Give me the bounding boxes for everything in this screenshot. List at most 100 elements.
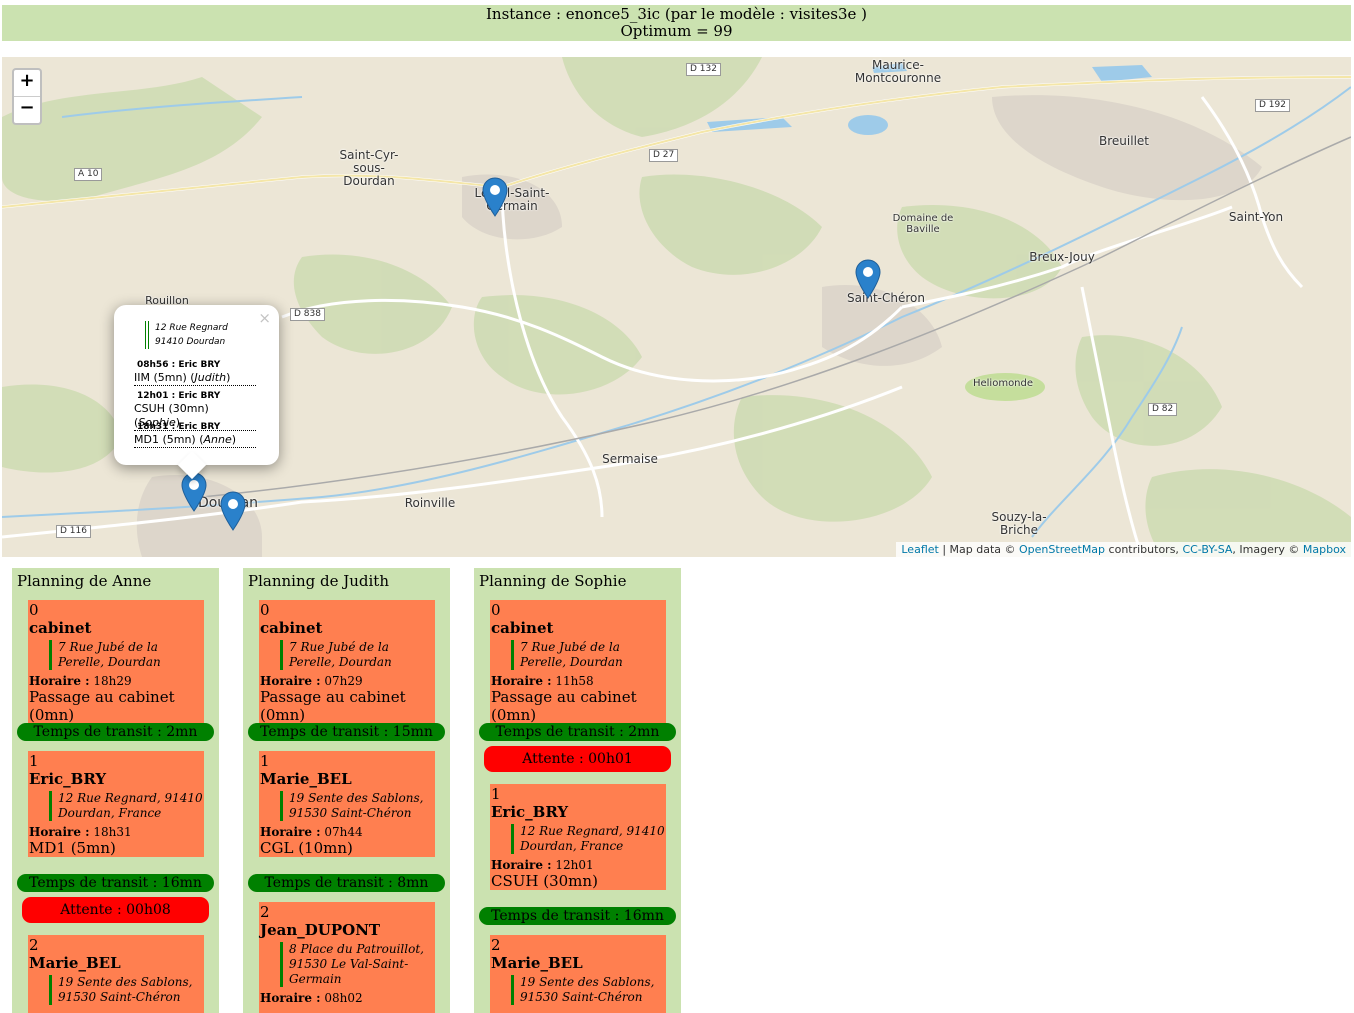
instance-header: Instance : enonce5_3ic (par le modèle : … xyxy=(2,5,1351,41)
popup-visit-time: 08h56 : Eric BRY xyxy=(137,360,221,370)
visit-card: 1 Eric_BRY 12 Rue Regnard, 91410 Dourdan… xyxy=(28,751,204,857)
cc-link[interactable]: CC-BY-SA xyxy=(1182,543,1232,556)
popup-address-line: 91410 Dourdan xyxy=(155,337,226,347)
patient-name: Eric_BRY xyxy=(29,770,107,788)
patient-name: Marie_BEL xyxy=(260,770,352,788)
planning-title: Planning de Judith xyxy=(248,572,389,590)
patient-name: Marie_BEL xyxy=(491,954,583,972)
patient-name: cabinet xyxy=(29,619,92,637)
optimum-value: Optimum = 99 xyxy=(620,22,733,40)
visit-number: 2 xyxy=(260,903,270,921)
visit-card: 1 Eric_BRY 12 Rue Regnard, 91410 Dourdan… xyxy=(490,784,666,890)
planning-judith: Planning de Judith 0 cabinet 7 Rue Jubé … xyxy=(243,568,450,1013)
zoom-out-button[interactable]: − xyxy=(14,97,40,123)
planning-anne: Planning de Anne 0 cabinet 7 Rue Jubé de… xyxy=(12,568,219,1013)
popup-close-icon[interactable]: × xyxy=(258,309,271,327)
visit-address: 7 Rue Jubé de la Perelle, Dourdan xyxy=(280,640,435,670)
road-label: D 82 xyxy=(1148,403,1178,416)
instance-title: Instance : enonce5_3ic (par le modèle : … xyxy=(485,5,868,23)
road-label: D 838 xyxy=(290,308,325,321)
transit-time: Temps de transit : 2mn xyxy=(17,723,214,741)
visit-number: 2 xyxy=(491,936,501,954)
visit-number: 1 xyxy=(491,785,501,803)
patient-name: Eric_BRY xyxy=(491,803,569,821)
zoom-in-button[interactable]: + xyxy=(14,70,40,97)
wait-time: Attente : 00h08 xyxy=(22,897,209,923)
zoom-control: + − xyxy=(12,68,42,125)
popup-address-line: 12 Rue Regnard xyxy=(155,323,228,333)
visit-address: 19 Sente des Sablons, 91530 Saint-Chéron xyxy=(280,791,435,821)
planning-sophie: Planning de Sophie 0 cabinet 7 Rue Jubé … xyxy=(474,568,681,1013)
patient-name: Jean_DUPONT xyxy=(260,921,381,939)
map-view[interactable]: + − Maurice- Montcouronne Breuillet Sain… xyxy=(2,57,1351,557)
visit-address: 12 Rue Regnard, 91410 Dourdan, France xyxy=(49,791,204,821)
visit-address: 8 Place du Patrouillot, 91530 Le Val-Sai… xyxy=(280,942,435,987)
map-marker-icon[interactable] xyxy=(482,177,508,217)
visit-card: 2 Jean_DUPONT 8 Place du Patrouillot, 91… xyxy=(259,902,435,1013)
planning-title: Planning de Anne xyxy=(17,572,152,590)
place-label: Breuillet xyxy=(1099,134,1149,148)
visit-number: 0 xyxy=(260,601,270,619)
visit-time: Horaire : 18h29 xyxy=(29,674,132,688)
planning-title: Planning de Sophie xyxy=(479,572,627,590)
visit-number: 0 xyxy=(491,601,501,619)
popup-address: 12 Rue Regnard 91410 Dourdan xyxy=(145,321,228,349)
popup-visit-detail: MD1 (5mn) (Anne) xyxy=(134,433,237,446)
visit-address: 7 Rue Jubé de la Perelle, Dourdan xyxy=(49,640,204,670)
visit-address: 19 Sente des Sablons, 91530 Saint-Chéron xyxy=(49,975,204,1005)
popup-visit: 18h31 : Eric BRY MD1 (5mn) (Anne) xyxy=(134,421,256,448)
place-label: Saint-Yon xyxy=(1228,210,1284,224)
patient-name: cabinet xyxy=(491,619,554,637)
wait-time: Attente : 00h01 xyxy=(484,746,671,772)
place-label: Sermaise xyxy=(602,452,658,466)
visit-card: 0 cabinet 7 Rue Jubé de la Perelle, Dour… xyxy=(490,600,666,724)
marker-popup: × 12 Rue Regnard 91410 Dourdan 08h56 : E… xyxy=(114,305,279,480)
visit-address: 12 Rue Regnard, 91410 Dourdan, France xyxy=(511,824,666,854)
visit-time: Horaire : 12h01 xyxy=(491,858,594,872)
visit-act: Passage au cabinet (0mn) xyxy=(260,688,406,724)
map-marker-icon[interactable] xyxy=(181,472,207,512)
place-label: Maurice- Montcouronne xyxy=(854,58,942,85)
mapbox-link[interactable]: Mapbox xyxy=(1303,543,1346,556)
visit-act: Passage au cabinet (0mn) xyxy=(29,688,175,724)
popup-visit-time: 18h31 : Eric BRY xyxy=(137,422,221,432)
visit-address: 19 Sente des Sablons, 91530 Saint-Chéron xyxy=(511,975,666,1005)
map-marker-icon[interactable] xyxy=(855,259,881,299)
transit-time: Temps de transit : 2mn xyxy=(479,723,676,741)
patient-name: Marie_BEL xyxy=(29,954,121,972)
transit-time: Temps de transit : 16mn xyxy=(17,874,214,892)
road-label: D 132 xyxy=(686,63,721,76)
road-label: A 10 xyxy=(74,168,103,181)
transit-time: Temps de transit : 16mn xyxy=(479,907,676,925)
osm-link[interactable]: OpenStreetMap xyxy=(1019,543,1105,556)
visit-time: Horaire : 18h31 xyxy=(29,825,132,839)
visit-act: CGL (10mn) xyxy=(260,839,353,857)
visit-address: 7 Rue Jubé de la Perelle, Dourdan xyxy=(511,640,666,670)
map-attribution: Leaflet | Map data © OpenStreetMap contr… xyxy=(896,542,1351,557)
popup-visit: 08h56 : Eric BRY IIM (5mn) (Judith) xyxy=(134,359,256,386)
map-marker-icon[interactable] xyxy=(220,491,246,531)
visit-card: 0 cabinet 7 Rue Jubé de la Perelle, Dour… xyxy=(28,600,204,724)
visit-time: Horaire : 07h44 xyxy=(260,825,363,839)
visit-number: 1 xyxy=(29,752,39,770)
visit-time: Horaire : 07h29 xyxy=(260,674,363,688)
visit-act: MD1 (5mn) xyxy=(29,839,116,857)
visit-card: 2 Marie_BEL 19 Sente des Sablons, 91530 … xyxy=(28,935,204,1013)
transit-time: Temps de transit : 15mn xyxy=(248,723,445,741)
road-label: D 27 xyxy=(649,149,679,162)
visit-act: CSUH (30mn) xyxy=(491,872,598,890)
visit-card: 1 Marie_BEL 19 Sente des Sablons, 91530 … xyxy=(259,751,435,857)
road-label: D 116 xyxy=(56,525,91,538)
leaflet-link[interactable]: Leaflet xyxy=(901,543,938,556)
visit-number: 0 xyxy=(29,601,39,619)
place-label: Heliomonde xyxy=(972,378,1034,389)
popup-visit-time: 12h01 : Eric BRY xyxy=(137,391,221,401)
visit-time: Horaire : 11h58 xyxy=(491,674,594,688)
place-label: Souzy-la- Briche xyxy=(991,510,1047,537)
visit-number: 1 xyxy=(260,752,270,770)
transit-time: Temps de transit : 8mn xyxy=(248,874,445,892)
visit-card: 2 Marie_BEL 19 Sente des Sablons, 91530 … xyxy=(490,935,666,1013)
visit-number: 2 xyxy=(29,936,39,954)
place-label: Saint-Cyr- sous- Dourdan xyxy=(339,148,399,188)
road-label: D 192 xyxy=(1255,99,1290,112)
